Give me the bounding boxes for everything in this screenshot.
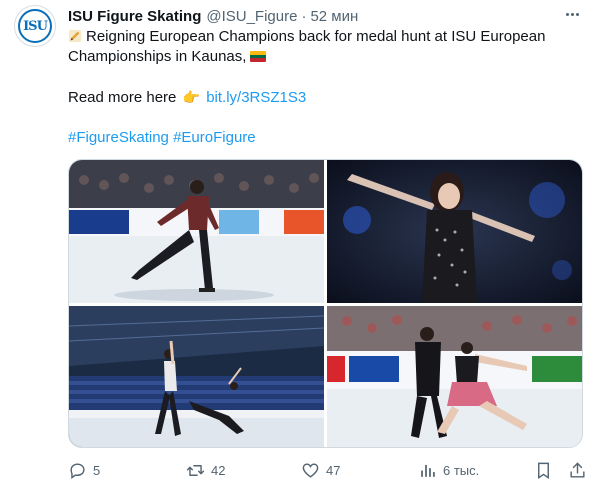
read-more-text: Read more here — [68, 89, 177, 106]
like-count: 47 — [326, 462, 341, 478]
photo-ice-dance-couple[interactable] — [327, 306, 582, 447]
timestamp[interactable]: 52 мин — [310, 8, 358, 25]
photo-female-skater[interactable] — [327, 160, 582, 303]
action-bar: 5 42 47 6 тыс. — [68, 458, 585, 482]
photo-pairs-skaters[interactable] — [69, 306, 324, 447]
views-button[interactable]: 6 тыс. — [418, 458, 479, 482]
tweet-line-2: Championships in Kaunas, — [68, 47, 588, 67]
hashtags: #FigureSkating #EuroFigure — [68, 128, 588, 148]
reply-count: 5 — [93, 462, 101, 478]
retweet-button[interactable]: 42 — [186, 458, 225, 482]
share-button[interactable] — [568, 458, 593, 482]
read-more-line: Read more here 👉 bit.ly/3RSZ1S3 — [68, 87, 588, 108]
reply-icon — [70, 462, 85, 479]
retweet-icon — [186, 464, 205, 476]
user-handle[interactable]: @ISU_Figure — [206, 8, 297, 25]
lithuania-flag-icon — [250, 51, 267, 62]
hashtag-figure-skating[interactable]: #FigureSkating — [68, 129, 169, 146]
isu-logo: ISU — [18, 9, 52, 43]
share-icon — [570, 462, 585, 478]
reply-button[interactable]: 5 — [68, 458, 100, 482]
more-icon[interactable] — [560, 4, 584, 24]
like-icon — [302, 462, 319, 478]
tweet-text: Reigning European Champions back for med… — [68, 27, 588, 148]
tweet-header: ISU Figure Skating @ISU_Figure · 52 мин — [68, 6, 358, 26]
avatar-text: ISU — [23, 18, 48, 34]
media-grid — [68, 159, 583, 448]
views-icon — [421, 464, 435, 477]
views-count: 6 тыс. — [443, 462, 480, 478]
tweet-line-1-text: Reigning European Champions back for med… — [86, 28, 546, 45]
tweet[interactable]: ISU ISU Figure Skating @ISU_Figure · 52 … — [0, 0, 615, 493]
hashtag-euro-figure[interactable]: #EuroFigure — [173, 129, 256, 146]
pencil-icon — [68, 29, 82, 43]
short-link[interactable]: bit.ly/3RSZ1S3 — [206, 89, 306, 106]
retweet-count: 42 — [211, 462, 226, 478]
photo-male-skater[interactable] — [69, 160, 324, 303]
pointing-hand-icon: 👉 — [182, 89, 201, 105]
avatar[interactable]: ISU — [14, 5, 56, 47]
tweet-line-2-text: Championships in Kaunas, — [68, 48, 247, 65]
like-button[interactable]: 47 — [301, 458, 340, 482]
separator: · — [301, 7, 307, 25]
bookmark-button[interactable] — [534, 458, 559, 482]
display-name[interactable]: ISU Figure Skating — [68, 8, 201, 25]
bookmark-icon — [538, 462, 549, 479]
tweet-line-1: Reigning European Champions back for med… — [68, 27, 588, 47]
